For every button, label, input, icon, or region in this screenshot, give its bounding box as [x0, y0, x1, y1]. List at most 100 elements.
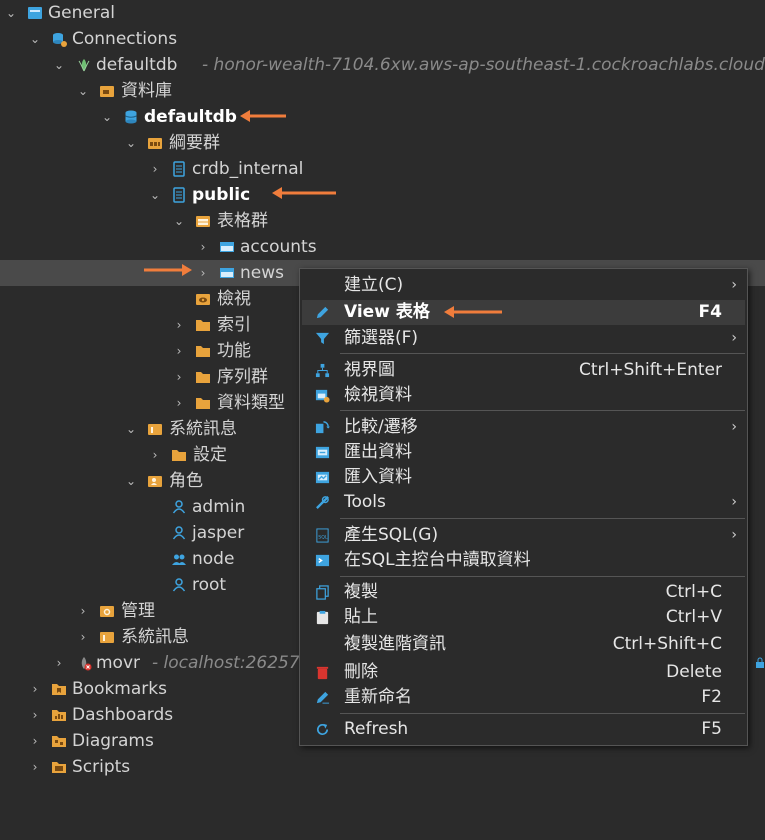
tree-label: General	[48, 3, 115, 23]
menu-item-generate-sql[interactable]: SQL 產生SQL(G) ›	[302, 523, 745, 548]
menu-item-import[interactable]: 匯入資料	[302, 465, 745, 490]
tree-label: public	[192, 185, 251, 205]
tree-label: 檢視	[217, 289, 251, 309]
lock-icon	[756, 657, 764, 668]
folder-icon	[148, 138, 162, 149]
submenu-arrow-icon: ›	[731, 419, 737, 435]
context-menu: 建立(C) › View 表格 F4 篩選器(F) › 視界圖 Ctrl+Shi…	[299, 268, 748, 746]
tree-label: Connections	[72, 29, 178, 49]
chevron-down-icon[interactable]: ⌄	[172, 208, 186, 234]
annotation-arrow-left-icon	[240, 110, 286, 122]
folder-icon	[196, 294, 210, 305]
tree-label: accounts	[240, 237, 317, 257]
submenu-arrow-icon: ›	[731, 494, 737, 510]
menu-separator	[340, 576, 745, 577]
annotation-arrow-left-icon	[444, 306, 502, 318]
connection-host: - localhost:26257	[152, 653, 300, 673]
tree-label: 序列群	[217, 367, 268, 387]
folder-icon	[100, 86, 114, 97]
chevron-down-icon[interactable]: ⌄	[52, 52, 66, 78]
folder-icon	[148, 476, 162, 487]
menu-item-rename[interactable]: 重新命名 F2	[302, 685, 745, 710]
menu-item-view-data[interactable]: 檢視資料	[302, 383, 745, 408]
menu-item-view-table[interactable]: View 表格 F4	[302, 300, 745, 325]
tree-label: 索引	[217, 315, 251, 335]
menu-separator	[340, 410, 745, 411]
schema-icon	[173, 161, 185, 177]
chevron-down-icon[interactable]: ⌄	[124, 130, 138, 156]
cockroach-icon	[78, 59, 90, 72]
tree-label: admin	[192, 497, 246, 517]
submenu-arrow-icon: ›	[731, 330, 737, 346]
tree-label: 資料類型	[217, 393, 285, 413]
pencil-icon	[316, 306, 329, 319]
chevron-right-icon[interactable]: ›	[172, 312, 186, 338]
annotation-arrow-right-icon	[144, 264, 192, 276]
menu-item-tools[interactable]: Tools ›	[302, 490, 745, 515]
user-icon	[172, 578, 186, 592]
user-icon	[172, 500, 186, 514]
folder-icon	[148, 424, 162, 435]
tree-label: crdb_internal	[192, 159, 304, 179]
tree-label: node	[192, 549, 235, 569]
tree-label: defaultdb	[96, 55, 178, 75]
chevron-right-icon[interactable]: ›	[196, 234, 210, 260]
svg-text:SQL: SQL	[318, 534, 328, 540]
menu-item-create[interactable]: 建立(C) ›	[302, 273, 745, 298]
chevron-right-icon[interactable]: ›	[76, 624, 90, 650]
chevron-right-icon[interactable]: ›	[172, 338, 186, 364]
tree-label: movr	[96, 653, 141, 673]
schema-icon	[173, 187, 185, 203]
tree-label: root	[192, 575, 227, 595]
chevron-right-icon[interactable]: ›	[172, 364, 186, 390]
project-icon	[28, 7, 42, 19]
tree-label: 系統訊息	[169, 419, 237, 439]
chevron-down-icon[interactable]: ⌄	[124, 468, 138, 494]
menu-separator	[340, 518, 745, 519]
menu-item-paste[interactable]: 貼上 Ctrl+V	[302, 605, 745, 630]
tree-label: 表格群	[217, 211, 268, 231]
menu-item-read-in-console[interactable]: 在SQL主控台中讀取資料	[302, 548, 745, 573]
chevron-right-icon[interactable]: ›	[76, 598, 90, 624]
paste-icon	[316, 610, 329, 625]
menu-item-delete[interactable]: 刪除 Delete	[302, 660, 745, 685]
annotation-arrow-left-icon	[272, 187, 336, 199]
chevron-right-icon[interactable]: ›	[28, 676, 42, 702]
chevron-right-icon[interactable]: ›	[28, 728, 42, 754]
menu-item-filters[interactable]: 篩選器(F) ›	[302, 326, 745, 351]
chevron-down-icon[interactable]: ⌄	[148, 182, 162, 208]
tree-label: Scripts	[72, 757, 131, 777]
connection-host: - honor-wealth-7104.6xw.aws-ap-southeast…	[202, 55, 765, 75]
chevron-right-icon[interactable]: ›	[196, 260, 210, 286]
table-icon	[220, 242, 234, 252]
folder-icon	[100, 632, 114, 643]
menu-item-copy[interactable]: 複製 Ctrl+C	[302, 580, 745, 605]
menu-item-copy-advanced[interactable]: 複製進階資訊 Ctrl+Shift+C	[302, 632, 745, 657]
chevron-down-icon[interactable]: ⌄	[76, 78, 90, 104]
menu-item-export[interactable]: 匯出資料	[302, 440, 745, 465]
chevron-down-icon[interactable]: ⌄	[100, 104, 114, 130]
folder-icon	[196, 346, 210, 357]
chevron-right-icon[interactable]: ›	[28, 754, 42, 780]
tree-label: news	[240, 263, 284, 283]
menu-item-diagram[interactable]: 視界圖 Ctrl+Shift+Enter	[302, 358, 745, 383]
chevron-down-icon[interactable]: ⌄	[4, 0, 18, 26]
folder-icon	[196, 320, 210, 331]
chevron-down-icon[interactable]: ⌄	[124, 416, 138, 442]
cockroach-disconnected-icon	[81, 657, 92, 671]
chevron-right-icon[interactable]: ›	[52, 650, 66, 676]
chevron-right-icon[interactable]: ›	[172, 390, 186, 416]
chevron-right-icon[interactable]: ›	[28, 702, 42, 728]
diagram-icon	[315, 363, 330, 378]
chevron-right-icon[interactable]: ›	[148, 442, 162, 468]
tree-label: 綱要群	[169, 133, 220, 153]
tree-label: 資料庫	[121, 81, 172, 101]
chevron-right-icon[interactable]: ›	[148, 156, 162, 182]
menu-item-refresh[interactable]: Refresh F5	[302, 717, 745, 742]
export-icon	[315, 446, 330, 459]
chevron-down-icon[interactable]: ⌄	[28, 26, 42, 52]
folder-icon	[52, 736, 66, 747]
trash-icon	[316, 666, 329, 680]
tree-label: 管理	[121, 601, 155, 621]
menu-item-compare[interactable]: 比較/遷移 ›	[302, 415, 745, 440]
